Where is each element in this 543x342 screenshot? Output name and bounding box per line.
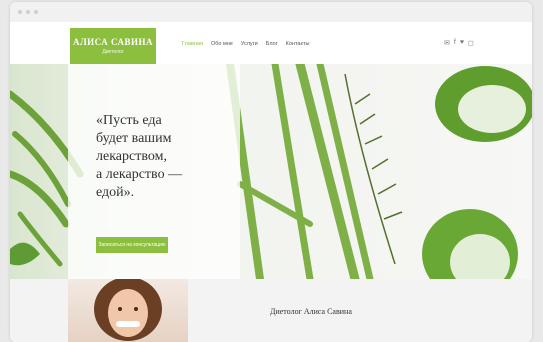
book-consultation-button[interactable]: Записаться на консультацию (96, 237, 168, 253)
quote-line: «Пусть еда (96, 113, 162, 128)
thyme-stem (344, 73, 396, 265)
window-dot (34, 10, 38, 14)
dietitian-photo (68, 279, 188, 342)
main-menu: Главная Обо мне Услуги Блог Контакты (182, 41, 309, 47)
menu-item-about[interactable]: Обо мне (211, 41, 233, 47)
logo-tagline: Диетолог (102, 49, 124, 55)
pepper-inside (458, 85, 526, 133)
menu-item-home[interactable]: Главная (182, 41, 203, 47)
vk-icon[interactable]: ✉ (444, 39, 450, 47)
portrait-image (94, 279, 162, 341)
menu-item-blog[interactable]: Блог (266, 41, 278, 47)
quote-line: а лекарство — (96, 167, 183, 182)
leaf (10, 242, 40, 266)
window-dot (26, 10, 30, 14)
browser-chrome (10, 2, 532, 23)
quote-line: лекарством, (96, 149, 167, 164)
facebook-icon[interactable]: f (454, 39, 456, 47)
hero-section: «Пусть еда будет вашим лекарством, а лек… (10, 64, 532, 279)
hero-quote: «Пусть еда будет вашим лекарством, а лек… (96, 112, 236, 202)
about-title: Диетолог Алиса Савина (270, 307, 352, 316)
about-section: Диетолог Алиса Савина (10, 279, 532, 342)
site-logo[interactable]: АЛИСА САВИНА Диетолог (70, 28, 156, 64)
window-dot (18, 10, 22, 14)
thyme-leaves (354, 93, 403, 220)
browser-window: АЛИСА САВИНА Диетолог Главная Обо мне Ус… (10, 2, 532, 342)
instagram-icon[interactable]: ◻ (468, 39, 474, 47)
quote-line: будет вашим (96, 131, 172, 146)
logo-title: АЛИСА САВИНА (72, 37, 154, 47)
quote-line: едой». (96, 185, 135, 200)
site-header: АЛИСА САВИНА Диетолог Главная Обо мне Ус… (10, 22, 532, 64)
social-links: ✉ f ♥ ◻ (444, 39, 474, 47)
menu-item-services[interactable]: Услуги (241, 41, 258, 47)
twitter-icon[interactable]: ♥ (460, 39, 464, 47)
menu-item-contacts[interactable]: Контакты (286, 41, 310, 47)
